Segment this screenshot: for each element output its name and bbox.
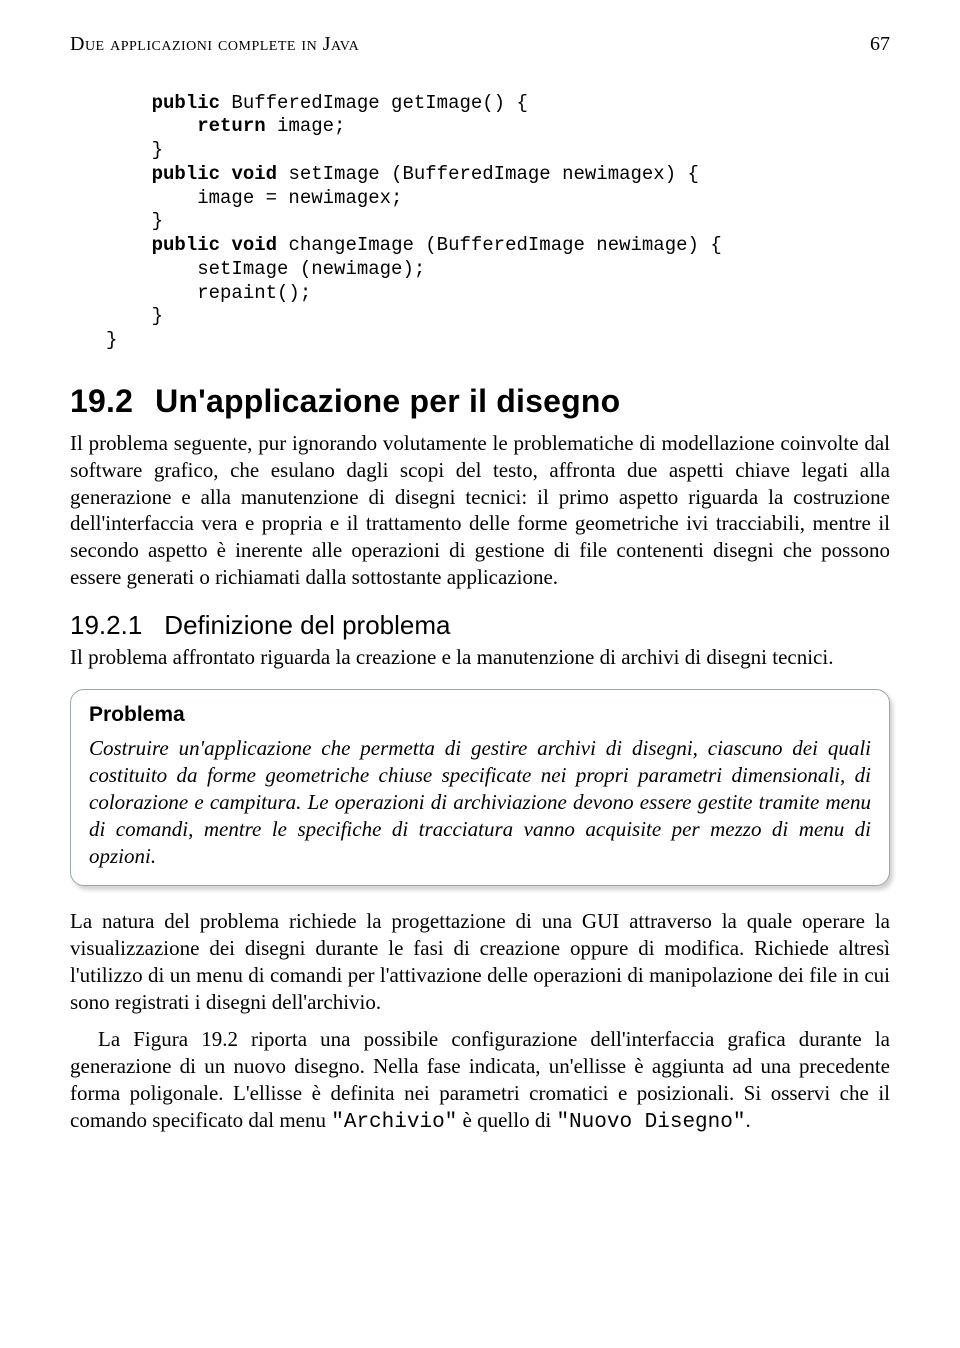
page: Due applicazioni complete in Java 67 pub… [0,0,960,1348]
after-callout-para2: La Figura 19.2 riporta una possibile con… [70,1026,890,1137]
section-title: Un'applicazione per il disegno [155,383,620,419]
callout-title: Problema [89,702,871,729]
subsection-title: Definizione del problema [164,610,450,640]
after-callout-para1: La natura del problema richiede la proge… [70,908,890,1016]
section-19-2-paragraph: Il problema seguente, pur ignorando volu… [70,430,890,591]
running-head: Due applicazioni complete in Java 67 [70,32,890,58]
spacer [70,1016,890,1026]
callout-body: Costruire un'applicazione che permetta d… [89,735,871,869]
code-block: public BufferedImage getImage() { return… [106,92,890,353]
problema-callout: Problema Costruire un'applicazione che p… [70,689,890,886]
section-heading-19-2: 19.2 Un'applicazione per il disegno [70,381,890,422]
subsection-number: 19.2.1 [70,610,142,640]
subsection-heading-19-2-1: 19.2.1 Definizione del problema [70,609,890,642]
section-number: 19.2 [70,383,133,419]
subsection-19-2-1-paragraph: Il problema affrontato riguarda la creaz… [70,644,890,671]
page-number: 67 [870,32,890,58]
running-title: Due applicazioni complete in Java [70,32,359,58]
inline-code-nuovo-disegno: "Nuovo Disegno" [556,1111,745,1134]
inline-code-archivio: "Archivio" [331,1111,457,1134]
